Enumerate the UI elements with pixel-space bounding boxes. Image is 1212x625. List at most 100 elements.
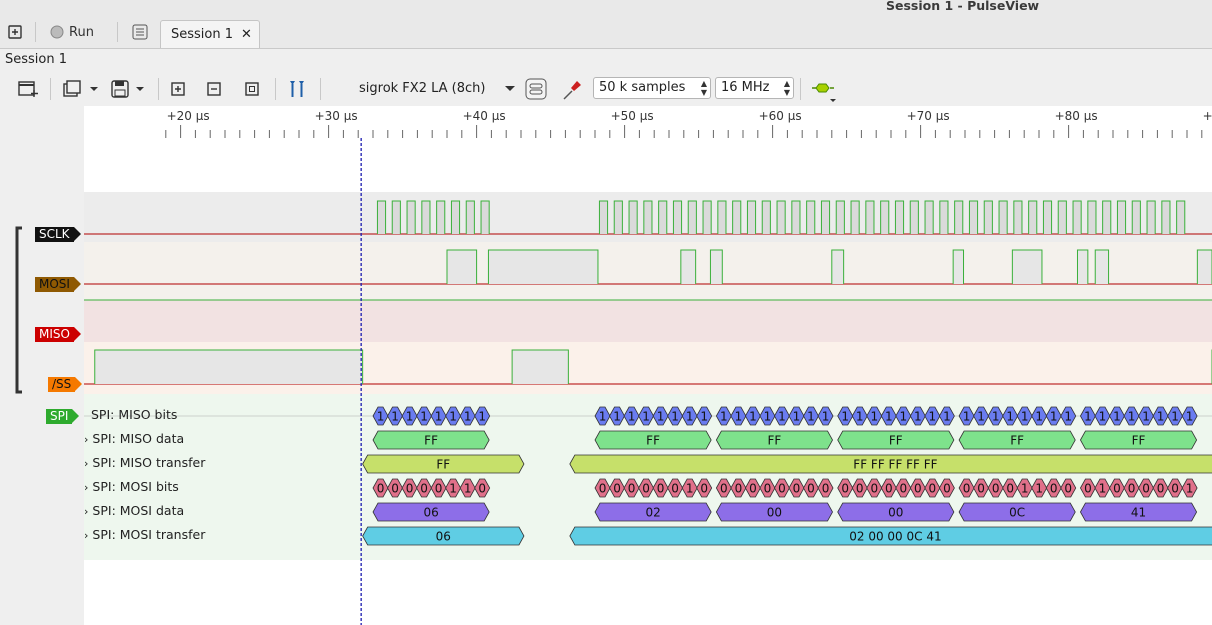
ruler-tick-label: +70 µs bbox=[906, 109, 950, 123]
decoder-row-label[interactable]: SPI: MOSI bits bbox=[84, 479, 178, 494]
sclk-pulse-fill bbox=[1176, 201, 1185, 234]
miso-bit-label: 1 bbox=[671, 410, 679, 424]
session-name: Session 1 bbox=[5, 52, 68, 67]
mosi-bit-label: 0 bbox=[1064, 482, 1072, 496]
samplerate-value: 16 MHz bbox=[721, 80, 770, 95]
new-session-button[interactable] bbox=[6, 23, 24, 41]
sclk-pulse-fill bbox=[836, 201, 845, 234]
time-ruler[interactable]: +20 µs +30 µs +40 µs +50 µs +60 µs +70 µs +80 … bbox=[84, 106, 1212, 139]
sclk-pulse-fill bbox=[1058, 201, 1067, 234]
tab-session-1[interactable]: Session 1 ✕ bbox=[160, 20, 260, 48]
sclk-pulse-fill bbox=[791, 201, 800, 234]
zoom-in-button[interactable] bbox=[170, 80, 186, 98]
probe-icon bbox=[563, 81, 581, 100]
miso-bit-label: 1 bbox=[1084, 410, 1092, 424]
add-decoder-button[interactable] bbox=[810, 79, 838, 103]
miso-data-label: FF bbox=[889, 434, 903, 448]
mosi-bit-label: 0 bbox=[1006, 482, 1014, 496]
mosi-data-label: 41 bbox=[1131, 506, 1146, 520]
decoder-icon bbox=[812, 83, 836, 102]
zoom-fit-button[interactable] bbox=[244, 80, 260, 98]
trace-view[interactable]: 1010101010111110FF061010101010101110FF02… bbox=[84, 138, 1212, 625]
add-view-button[interactable] bbox=[17, 79, 39, 99]
mosi-bit-label: 0 bbox=[735, 482, 743, 496]
channel-label-mosi[interactable]: MOSI bbox=[35, 277, 81, 292]
miso-bit-label: 1 bbox=[391, 410, 399, 424]
sclk-pulse-fill bbox=[481, 201, 490, 234]
save-button[interactable] bbox=[110, 79, 148, 99]
decoder-label-spi[interactable]: SPI bbox=[46, 409, 80, 424]
spin-arrows-icon: ▲ ▼ bbox=[700, 79, 707, 97]
sclk-pulse-fill bbox=[806, 201, 815, 234]
miso-bit-label: 1 bbox=[420, 410, 428, 424]
zoom-fit-icon bbox=[245, 82, 259, 96]
sclk-pulse-fill bbox=[658, 201, 667, 234]
sclk-pulse-fill bbox=[643, 201, 652, 234]
run-button[interactable]: Run bbox=[50, 23, 94, 41]
ruler-tick-label: +40 µs bbox=[462, 109, 506, 123]
miso-transfer-label: FF FF FF FF FF bbox=[853, 458, 937, 472]
sample-count-spinbox[interactable]: 50 k samples ▲ ▼ bbox=[593, 77, 711, 99]
open-button[interactable] bbox=[62, 79, 100, 99]
miso-data-label: FF bbox=[424, 434, 438, 448]
sclk-pulse-fill bbox=[688, 201, 697, 234]
ss-high-fill bbox=[512, 350, 569, 384]
mosi-high-fill bbox=[447, 250, 477, 284]
mosi-bit-label: 0 bbox=[1084, 482, 1092, 496]
miso-bit-label: 1 bbox=[822, 410, 830, 424]
mosi-bit-label: 0 bbox=[914, 482, 922, 496]
mosi-bit-label: 0 bbox=[613, 482, 621, 496]
decoder-row-label[interactable]: SPI: MOSI transfer bbox=[84, 527, 205, 542]
samplerate-spinbox[interactable]: 16 MHz ▲ ▼ bbox=[715, 77, 794, 99]
miso-transfer-label: FF bbox=[436, 458, 450, 472]
ruler-tick-label: +20 µs bbox=[166, 109, 210, 123]
mosi-bit-label: 0 bbox=[1128, 482, 1136, 496]
device-selector[interactable]: sigrok FX2 LA (8ch) bbox=[344, 77, 520, 101]
probe-config-button[interactable] bbox=[561, 77, 585, 101]
miso-bit-label: 1 bbox=[613, 410, 621, 424]
miso-bit-label: 1 bbox=[406, 410, 414, 424]
sclk-pulse-fill bbox=[851, 201, 860, 234]
miso-bit-label: 1 bbox=[778, 410, 786, 424]
channel-label-ss[interactable]: /SS bbox=[48, 377, 83, 392]
toolbar-separator bbox=[275, 78, 276, 100]
close-icon[interactable]: ✕ bbox=[241, 27, 252, 42]
tab-bar: Run Session 1 ✕ bbox=[0, 14, 1212, 49]
new-view-icon bbox=[18, 81, 38, 97]
miso-bit-label: 1 bbox=[1186, 410, 1194, 424]
session-menu-icon bbox=[132, 24, 148, 40]
decoder-row-label[interactable]: SPI: MISO data bbox=[84, 431, 184, 446]
sclk-pulse-fill bbox=[614, 201, 623, 234]
channel-label-sclk[interactable]: SCLK bbox=[35, 227, 81, 242]
sclk-pulse-fill bbox=[865, 201, 874, 234]
decoder-row-label[interactable]: SPI: MOSI data bbox=[84, 503, 184, 518]
run-circle-icon bbox=[50, 25, 64, 39]
mosi-bit-label: 0 bbox=[420, 482, 428, 496]
title-bar: Session 1 - PulseView bbox=[0, 0, 1212, 14]
mosi-bit-label: 0 bbox=[870, 482, 878, 496]
miso-bit-label: 1 bbox=[1035, 410, 1043, 424]
toolbar-separator bbox=[50, 78, 51, 100]
miso-bit-label: 1 bbox=[764, 410, 772, 424]
mosi-high-fill bbox=[1095, 250, 1109, 284]
miso-bit-label: 1 bbox=[1021, 410, 1029, 424]
sclk-pulse-fill bbox=[747, 201, 756, 234]
mosi-data-label: 0C bbox=[1009, 506, 1025, 520]
show-cursors-button[interactable] bbox=[286, 78, 308, 100]
zoom-out-button[interactable] bbox=[206, 80, 222, 98]
open-files-icon bbox=[63, 80, 98, 97]
device-config-button[interactable] bbox=[525, 78, 547, 100]
sclk-pulse-fill bbox=[717, 201, 726, 234]
session-menu-button[interactable] bbox=[131, 23, 149, 41]
sclk-pulse-fill bbox=[407, 201, 416, 234]
miso-bit-label: 1 bbox=[793, 410, 801, 424]
decoder-row-label[interactable]: SPI: MISO transfer bbox=[84, 455, 205, 470]
mosi-bit-label: 0 bbox=[1157, 482, 1165, 496]
sclk-pulse-fill bbox=[910, 201, 919, 234]
sclk-pulse-fill bbox=[999, 201, 1008, 234]
sclk-pulse-fill bbox=[1102, 201, 1111, 234]
miso-bit-label: 1 bbox=[1113, 410, 1121, 424]
sclk-pulse-fill bbox=[673, 201, 682, 234]
channel-label-miso[interactable]: MISO bbox=[35, 327, 81, 342]
mosi-bit-label: 0 bbox=[900, 482, 908, 496]
